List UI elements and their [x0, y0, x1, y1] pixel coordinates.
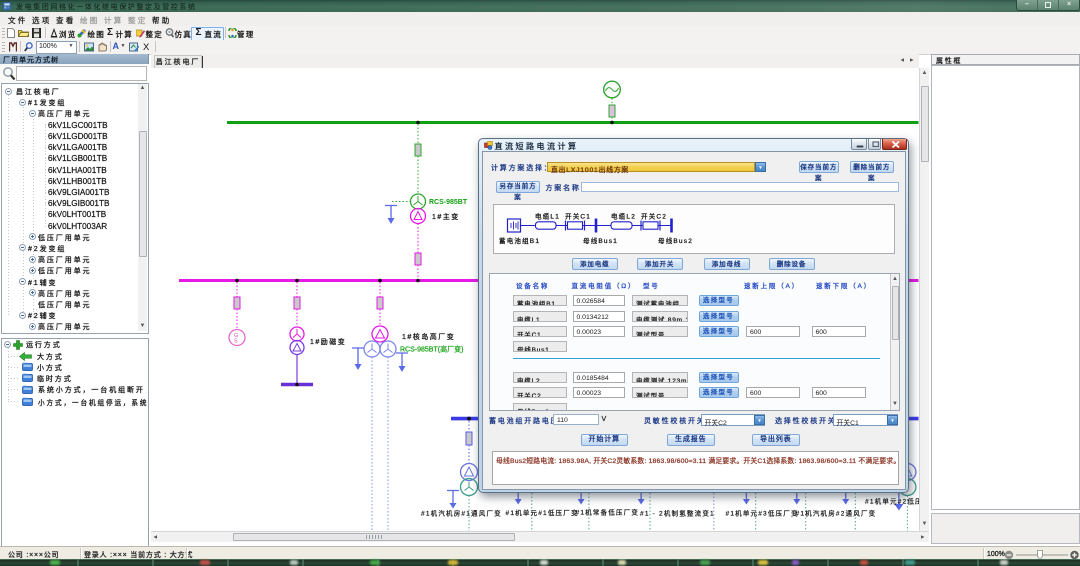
svg-text:母线Bus1: 母线Bus1: [583, 236, 618, 245]
svg-text:蓄电池组B1: 蓄电池组B1: [499, 236, 540, 245]
svg-text:RCS-985BT(高厂变): RCS-985BT(高厂变): [400, 345, 463, 354]
svg-text:#1机常备低压厂变: #1机常备低压厂变: [576, 508, 640, 517]
svg-text:开关C1: 开关C1: [565, 212, 591, 221]
svg-text:#1机汽机房#1通风厂变: #1机汽机房#1通风厂变: [421, 509, 502, 518]
svg-text:开关C2: 开关C2: [641, 212, 667, 221]
svg-text:#1 - 2机制氢整流变1: #1 - 2机制氢整流变1: [640, 509, 715, 518]
svg-text:RCS-985BT: RCS-985BT: [429, 199, 468, 206]
svg-text:母线Bus2: 母线Bus2: [658, 236, 693, 245]
svg-text:#1机汽机房#2通风厂变: #1机汽机房#2通风厂变: [796, 509, 877, 518]
svg-text:电缆L2: 电缆L2: [611, 212, 636, 221]
svg-text:S: S: [234, 339, 238, 345]
svg-text:#1机单元#3低压厂变: #1机单元#3低压厂变: [726, 509, 799, 518]
svg-text:#1机单元#2低压厂变: #1机单元#2低压厂变: [865, 497, 919, 506]
svg-text:1#励磁变: 1#励磁变: [310, 337, 346, 346]
svg-text:#1机单元#1低压厂变: #1机单元#1低压厂变: [506, 508, 579, 517]
svg-text:1#核岛高厂变: 1#核岛高厂变: [402, 332, 455, 341]
svg-text:1#主变: 1#主变: [432, 212, 460, 221]
svg-text:电缆L1: 电缆L1: [535, 212, 560, 221]
